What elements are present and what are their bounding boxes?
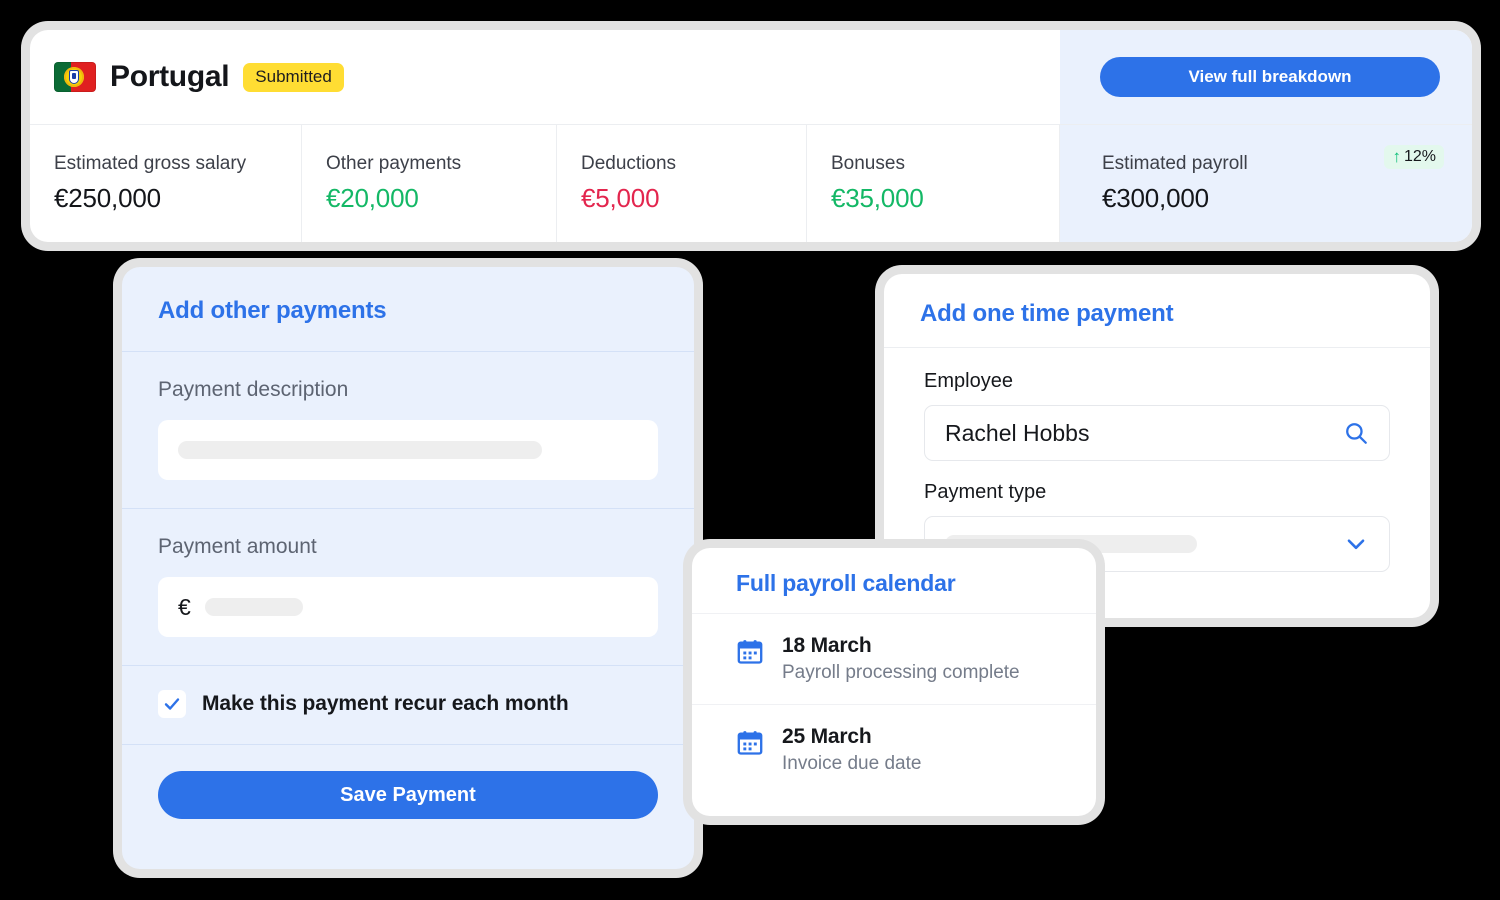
add-other-payments-card: Add other payments Payment description P…: [122, 267, 694, 869]
portugal-flag-icon: [54, 62, 96, 92]
payment-type-label: Payment type: [924, 481, 1047, 503]
recur-checkbox-row[interactable]: Make this payment recur each month: [122, 666, 694, 745]
stat-value: €20,000: [326, 183, 419, 213]
country-block: Portugal Submitted: [54, 60, 344, 94]
arrow-up-icon: ↑: [1392, 147, 1401, 166]
save-payment-button[interactable]: Save Payment: [158, 771, 658, 819]
screen: Portugal Submitted View full breakdown E…: [0, 0, 1500, 900]
stat-label: Estimated gross salary: [54, 153, 247, 174]
payment-amount-label: Payment amount: [158, 535, 317, 558]
calendar-item-description: Payroll processing complete: [782, 662, 1020, 683]
stat-estimated-gross-salary: Estimated gross salary €250,000: [30, 125, 302, 242]
calendar-list-item[interactable]: 18 March Payroll processing complete: [692, 614, 1096, 705]
calendar-item-date: 25 March: [782, 725, 872, 748]
calendar-header: Full payroll calendar: [692, 548, 1096, 614]
summary-header: Portugal Submitted View full breakdown: [30, 30, 1472, 125]
stat-estimated-payroll: Estimated payroll €300,000 ↑ 12%: [1060, 125, 1472, 242]
full-payroll-calendar-card: Full payroll calendar 18 March Payroll p…: [692, 548, 1096, 816]
chevron-down-icon[interactable]: [1343, 531, 1369, 557]
view-full-breakdown-button[interactable]: View full breakdown: [1100, 57, 1440, 97]
employee-label: Employee: [924, 370, 1013, 392]
payment-amount-section: Payment amount €: [122, 509, 694, 666]
add-other-payments-footer: Save Payment: [122, 745, 694, 819]
card-title: Full payroll calendar: [736, 570, 956, 596]
calendar-list-item[interactable]: 25 March Invoice due date: [692, 705, 1096, 795]
trend-badge: ↑ 12%: [1384, 145, 1444, 169]
calendar-icon: [736, 638, 764, 671]
calendar-item-description: Invoice due date: [782, 753, 922, 774]
euro-currency-symbol: €: [178, 593, 191, 620]
payment-description-input[interactable]: [158, 420, 658, 480]
card-title: Add one time payment: [920, 300, 1174, 327]
stats-row: Estimated gross salary €250,000 Other pa…: [30, 125, 1472, 242]
stat-value: €300,000: [1102, 183, 1209, 213]
payroll-summary-card: Portugal Submitted View full breakdown E…: [30, 30, 1472, 242]
stat-label: Other payments: [326, 153, 462, 174]
recur-checkbox[interactable]: [158, 690, 186, 718]
add-one-time-payment-body: Employee Rachel Hobbs Payment type: [884, 348, 1430, 572]
recur-checkbox-label: Make this payment recur each month: [202, 692, 569, 715]
stat-value: €250,000: [54, 183, 161, 213]
stat-other-payments: Other payments €20,000: [302, 125, 557, 242]
calendar-item-date: 18 March: [782, 634, 872, 657]
page-title: Portugal: [110, 60, 230, 93]
placeholder-bar: [178, 441, 542, 459]
stat-label: Bonuses: [831, 153, 905, 174]
employee-value: Rachel Hobbs: [945, 419, 1090, 446]
employee-search-input[interactable]: Rachel Hobbs: [924, 405, 1390, 461]
payment-amount-input[interactable]: €: [158, 577, 658, 637]
payment-description-label: Payment description: [158, 378, 349, 401]
status-badge: Submitted: [243, 62, 344, 92]
stat-label: Deductions: [581, 153, 677, 174]
stat-value: €5,000: [581, 183, 660, 213]
add-one-time-payment-header: Add one time payment: [884, 274, 1430, 348]
stat-bonuses: Bonuses €35,000: [807, 125, 1060, 242]
stat-deductions: Deductions €5,000: [557, 125, 807, 242]
trend-value: 12%: [1403, 147, 1436, 165]
stat-value: €35,000: [831, 183, 924, 213]
search-icon[interactable]: [1343, 420, 1369, 446]
calendar-icon: [736, 729, 764, 762]
add-other-payments-header: Add other payments: [122, 267, 694, 352]
payment-description-section: Payment description: [122, 352, 694, 509]
card-title: Add other payments: [158, 297, 387, 324]
placeholder-bar: [204, 598, 303, 616]
